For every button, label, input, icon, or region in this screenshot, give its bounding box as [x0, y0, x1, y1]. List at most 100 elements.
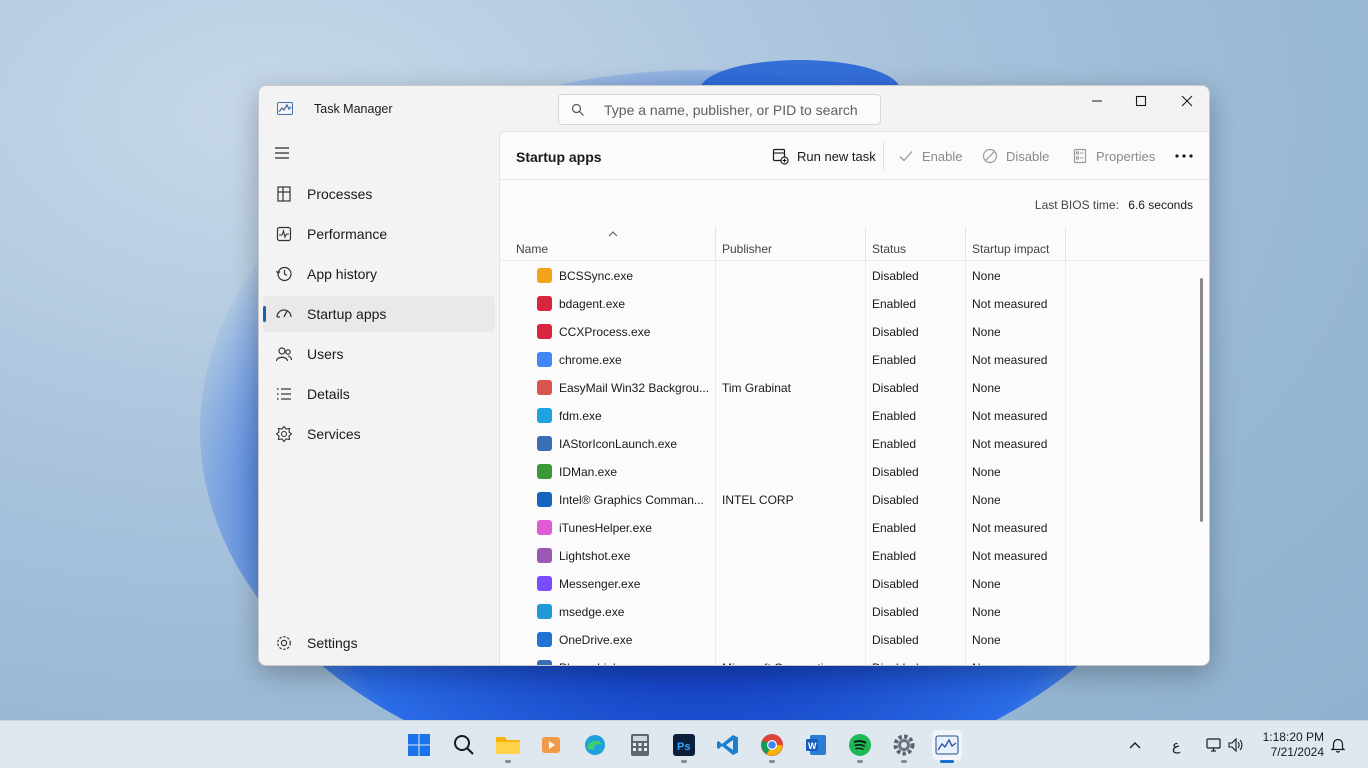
app-icon	[537, 520, 552, 535]
running-indicator	[901, 760, 907, 763]
startup-impact-cell: Not measured	[972, 549, 1048, 563]
app-name-cell: Phone Link	[559, 661, 709, 665]
table-row[interactable]: iTunesHelper.exe Enabled Not measured	[500, 514, 1196, 542]
taskbar-task-manager[interactable]	[932, 730, 962, 763]
app-name-cell: Messenger.exe	[559, 577, 641, 591]
window-title: Task Manager	[314, 102, 393, 116]
column-header-publisher[interactable]: Publisher	[716, 227, 866, 261]
table-row[interactable]: chrome.exe Enabled Not measured	[500, 346, 1196, 374]
taskbar-word[interactable]: W	[801, 730, 831, 760]
more-options-button[interactable]	[1174, 146, 1194, 166]
column-header-startup-impact[interactable]: Startup impact	[966, 227, 1066, 261]
status-cell: Disabled	[872, 465, 919, 479]
input-language-indicator[interactable]: ع	[1172, 721, 1180, 768]
table-row[interactable]: EasyMail Win32 Backgrou... Tim Grabinat Di…	[500, 374, 1196, 402]
taskbar-file-explorer[interactable]	[493, 730, 523, 763]
app-name-cell: EasyMail Win32 Backgrou...	[559, 381, 709, 395]
taskbar: Ps W ع 1:18:20 PM 7/21/2024	[0, 720, 1368, 768]
title-bar[interactable]: Task Manager	[259, 86, 1209, 131]
app-name-cell: CCXProcess.exe	[559, 325, 651, 339]
table-row[interactable]: msedge.exe Disabled None	[500, 598, 1196, 626]
taskbar-media-player[interactable]	[536, 730, 566, 760]
taskbar-calculator[interactable]	[625, 730, 655, 760]
properties-label: Properties	[1096, 148, 1156, 164]
app-name-cell: BCSSync.exe	[559, 269, 634, 283]
nav-item-settings[interactable]: Settings	[263, 625, 495, 661]
table-row[interactable]: Phone Link Microsoft Corporation Disabled N…	[500, 654, 1196, 665]
nav-label-processes: Processes	[307, 186, 373, 202]
table-row[interactable]: IAStorIconLaunch.exe Enabled Not measured	[500, 430, 1196, 458]
disable-button[interactable]: Disable	[982, 146, 1049, 166]
table-row[interactable]: IDMan.exe Disabled None	[500, 458, 1196, 486]
edge-icon	[585, 735, 605, 755]
active-indicator	[263, 306, 266, 322]
navigation-sidebar: Processes Performance App history Startu…	[259, 131, 499, 665]
status-cell: Enabled	[872, 353, 917, 367]
table-row[interactable]: Messenger.exe Disabled None	[500, 570, 1196, 598]
taskbar-spotify[interactable]	[845, 730, 875, 763]
nav-item-users[interactable]: Users	[263, 336, 495, 372]
app-icon	[537, 576, 552, 591]
page-title: Startup apps	[516, 149, 602, 165]
table-row[interactable]: CCXProcess.exe Disabled None	[500, 318, 1196, 346]
run-new-task-button[interactable]: Run new task	[772, 146, 876, 166]
start-button[interactable]	[404, 730, 434, 760]
clock[interactable]: 1:18:20 PM 7/21/2024	[1263, 730, 1324, 760]
running-indicator	[857, 760, 863, 763]
hamburger-menu-icon[interactable]	[273, 146, 291, 160]
publisher-cell: Microsoft Corporation	[722, 661, 862, 665]
table-row[interactable]: OneDrive.exe Disabled None	[500, 626, 1196, 654]
table-row[interactable]: bdagent.exe Enabled Not measured	[500, 290, 1196, 318]
run-new-task-label: Run new task	[797, 148, 876, 164]
nav-item-performance[interactable]: Performance	[263, 216, 495, 252]
maximize-button[interactable]	[1119, 86, 1163, 116]
taskbar-settings[interactable]	[889, 730, 919, 763]
word-icon: W	[806, 735, 826, 755]
search-input[interactable]	[604, 101, 869, 119]
search-box[interactable]	[558, 94, 881, 125]
column-header-name[interactable]: Name	[510, 227, 716, 261]
nav-label-services: Services	[307, 426, 361, 442]
nav-item-startup-apps[interactable]: Startup apps	[263, 296, 495, 332]
close-button[interactable]	[1165, 86, 1209, 116]
app-icon	[537, 268, 552, 283]
taskbar-photoshop[interactable]: Ps	[669, 730, 699, 763]
ime-character: ع	[1172, 736, 1181, 753]
notifications-button[interactable]	[1330, 721, 1346, 768]
table-row[interactable]: Intel® Graphics Comman... INTEL CORP Disab…	[500, 486, 1196, 514]
taskbar-chrome[interactable]	[757, 730, 787, 763]
column-label-name: Name	[516, 242, 549, 256]
network-volume-button[interactable]	[1205, 721, 1245, 768]
nav-item-app-history[interactable]: App history	[263, 256, 495, 292]
table-row[interactable]: fdm.exe Enabled Not measured	[500, 402, 1196, 430]
taskbar-edge[interactable]	[580, 730, 610, 760]
startup-apps-panel: Startup apps Run new task Enable Disable…	[499, 131, 1209, 665]
windows-start-icon	[408, 734, 430, 756]
taskbar-vscode[interactable]	[713, 730, 743, 760]
nav-item-processes[interactable]: Processes	[263, 176, 495, 212]
nav-item-details[interactable]: Details	[263, 376, 495, 412]
properties-button[interactable]: Properties	[1072, 146, 1155, 166]
settings-gear-icon	[277, 636, 291, 650]
users-icon	[275, 347, 293, 362]
app-name-cell: msedge.exe	[559, 605, 625, 619]
column-header-status[interactable]: Status	[866, 227, 966, 261]
network-icon	[1206, 738, 1221, 752]
table-row[interactable]: BCSSync.exe Disabled None	[500, 262, 1196, 290]
enable-button[interactable]: Enable	[898, 146, 962, 166]
column-label-startup-impact: Startup impact	[972, 242, 1050, 256]
app-icon	[537, 352, 552, 367]
startup-impact-cell: None	[972, 661, 1066, 665]
show-hidden-icons-button[interactable]	[1128, 721, 1142, 768]
nav-item-services[interactable]: Services	[263, 416, 495, 452]
vertical-scrollbar[interactable]	[1200, 278, 1203, 522]
task-manager-icon	[277, 102, 293, 115]
volume-icon	[1228, 737, 1243, 753]
chrome-icon	[761, 734, 783, 756]
minimize-button[interactable]	[1075, 86, 1119, 116]
running-indicator	[681, 760, 687, 763]
taskbar-search-button[interactable]	[449, 730, 479, 760]
vscode-icon	[717, 735, 738, 755]
table-row[interactable]: Lightshot.exe Enabled Not measured	[500, 542, 1196, 570]
startup-impact-cell: None	[972, 577, 1001, 591]
